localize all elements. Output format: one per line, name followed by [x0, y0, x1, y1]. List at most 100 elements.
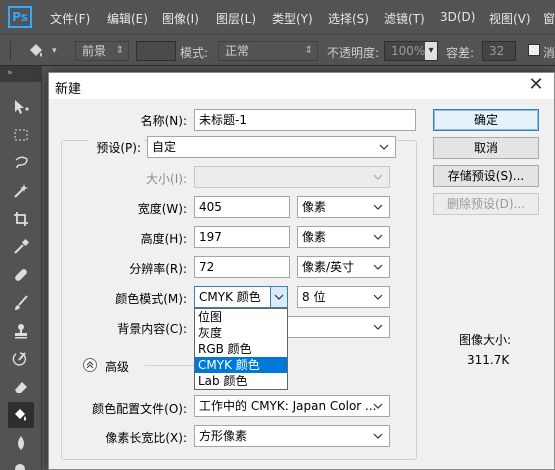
menu-layer[interactable]: 图层(L)	[216, 10, 256, 27]
preset-label: 预设(P):	[89, 139, 143, 156]
tool-preset-caret-icon[interactable]: ▾	[52, 46, 57, 56]
opacity-caret-icon[interactable]: ▾	[425, 42, 437, 60]
fill-source-caret-icon: ⇕	[115, 45, 124, 56]
mode-label: 模式:	[180, 46, 209, 60]
tools-panel-collapse[interactable]: »	[0, 66, 42, 82]
color-mode-label: 颜色模式(M):	[115, 292, 187, 306]
resolution-input[interactable]: 72	[194, 256, 290, 278]
antialias-checkbox[interactable]	[528, 44, 540, 56]
delete-preset-button[interactable]: 删除预设(D)...	[433, 193, 539, 215]
menu-bar: Ps 文件(F) 编辑(E) 图像(I) 图层(L) 类型(Y) 选择(S) 滤…	[0, 0, 555, 34]
name-input[interactable]: 未标题-1	[194, 109, 416, 131]
dodge-icon[interactable]	[8, 458, 34, 470]
size-label: 大小(I):	[146, 172, 187, 186]
menu-window[interactable]: 窗	[543, 10, 555, 27]
dialog-title: 新建	[55, 82, 82, 97]
color-mode-option-grayscale[interactable]: 灰度	[195, 325, 287, 341]
color-mode-select[interactable]: CMYK 颜色	[194, 286, 288, 308]
opacity-field[interactable]: 100% ▾	[384, 41, 438, 61]
chevron-down-icon	[377, 137, 391, 157]
menu-image[interactable]: 图像(I)	[162, 10, 199, 27]
healing-brush-icon[interactable]	[8, 262, 34, 288]
marquee-icon[interactable]	[8, 122, 34, 148]
color-profile-label: 颜色配置文件(O):	[92, 402, 187, 416]
photoshop-logo: Ps	[8, 6, 32, 28]
preset-value: 自定	[152, 140, 177, 154]
ok-button[interactable]: 确定	[433, 109, 539, 131]
color-mode-option-cmyk[interactable]: CMYK 颜色	[195, 357, 287, 373]
menu-select[interactable]: 选择(S)	[328, 10, 369, 27]
fill-source-select[interactable]: 前景 ⇕	[75, 41, 129, 61]
pattern-picker[interactable]	[136, 41, 176, 61]
dialog-titlebar: 新建 ✕	[49, 73, 554, 99]
height-input[interactable]: 197	[194, 226, 290, 248]
pixel-aspect-select[interactable]: 方形像素	[194, 425, 390, 447]
color-mode-option-bitmap[interactable]: 位图	[195, 309, 287, 325]
save-preset-button[interactable]: 存储预设(S)...	[433, 165, 539, 187]
menu-filter[interactable]: 滤镜(T)	[384, 10, 425, 27]
chevron-down-icon	[371, 257, 385, 277]
paint-bucket-icon[interactable]	[8, 402, 34, 428]
advanced-label[interactable]: 高级	[105, 358, 129, 375]
image-size-label: 图像大小:	[459, 333, 512, 347]
brush-icon[interactable]	[8, 290, 34, 316]
background-label: 背景内容(C):	[117, 322, 187, 336]
menu-type[interactable]: 类型(Y)	[272, 10, 313, 27]
lasso-icon[interactable]	[8, 150, 34, 176]
opacity-label: 不透明度:	[327, 46, 380, 60]
chevron-down-icon	[371, 426, 385, 446]
color-mode-dropdown: 位图 灰度 RGB 颜色 CMYK 颜色 Lab 颜色	[194, 308, 288, 390]
fill-source-value: 前景	[82, 44, 107, 58]
color-profile-select[interactable]: 工作中的 CMYK: Japan Color ...	[194, 395, 390, 417]
resolution-unit-select[interactable]: 像素/英寸	[297, 256, 390, 278]
chevron-up-icon[interactable]	[83, 358, 97, 372]
eraser-icon[interactable]	[8, 374, 34, 400]
antialias-label: 消	[543, 46, 555, 60]
resolution-label: 分辨率(R):	[129, 262, 187, 276]
size-select[interactable]	[194, 166, 390, 188]
width-unit-select[interactable]: 像素	[297, 196, 390, 218]
tools-panel: »	[0, 66, 42, 470]
name-label: 名称(N):	[140, 114, 187, 128]
eyedropper-icon[interactable]	[8, 234, 34, 260]
clone-stamp-icon[interactable]	[8, 318, 34, 344]
new-document-dialog: 新建 ✕ 名称(N): 未标题-1 确定 取消 存储预设(S)... 删除预设(…	[48, 72, 555, 470]
close-icon[interactable]: ✕	[526, 75, 546, 95]
pixel-aspect-value: 方形像素	[199, 429, 248, 443]
blur-icon[interactable]	[8, 430, 34, 456]
tolerance-field[interactable]: 32	[482, 41, 516, 61]
options-grip	[10, 41, 11, 61]
chevron-down-icon[interactable]	[270, 287, 287, 307]
menu-edit[interactable]: 编辑(E)	[107, 10, 148, 27]
paint-bucket-icon[interactable]	[26, 41, 46, 61]
preset-select[interactable]: 自定	[147, 136, 396, 158]
height-label: 高度(H):	[140, 232, 187, 246]
image-size-value: 311.7K	[467, 353, 510, 367]
options-bar: ▾ 前景 ⇕ 模式: 正常 ⇕ 不透明度: 100% ▾ 容差: 32 消	[0, 34, 555, 66]
height-unit-select[interactable]: 像素	[297, 226, 390, 248]
bit-depth-select[interactable]: 8 位	[297, 286, 390, 308]
history-brush-icon[interactable]	[8, 346, 34, 372]
chevron-down-icon	[371, 227, 385, 247]
tolerance-value: 32	[489, 44, 505, 58]
color-profile-value: 工作中的 CMYK: Japan Color ...	[199, 399, 377, 413]
color-mode-option-lab[interactable]: Lab 颜色	[195, 373, 287, 389]
menu-file[interactable]: 文件(F)	[50, 10, 90, 27]
mode-select[interactable]: 正常 ⇕	[218, 41, 318, 61]
magic-wand-icon[interactable]	[8, 178, 34, 204]
chevron-down-icon	[371, 197, 385, 217]
color-mode-option-rgb[interactable]: RGB 颜色	[195, 341, 287, 357]
move-icon[interactable]	[8, 94, 34, 120]
tolerance-label: 容差:	[446, 46, 475, 60]
menu-3d[interactable]: 3D(D)	[440, 10, 475, 24]
cancel-button[interactable]: 取消	[433, 137, 539, 159]
opacity-value: 100%	[391, 44, 426, 58]
chevron-down-icon	[371, 396, 385, 416]
chevron-down-icon	[371, 167, 385, 187]
menu-view[interactable]: 视图(V)	[489, 10, 531, 27]
chevron-down-icon	[371, 287, 385, 307]
chevron-down-icon	[371, 317, 385, 337]
width-input[interactable]: 405	[194, 196, 290, 218]
color-mode-value: CMYK 颜色	[199, 290, 261, 304]
crop-icon[interactable]	[8, 206, 34, 232]
